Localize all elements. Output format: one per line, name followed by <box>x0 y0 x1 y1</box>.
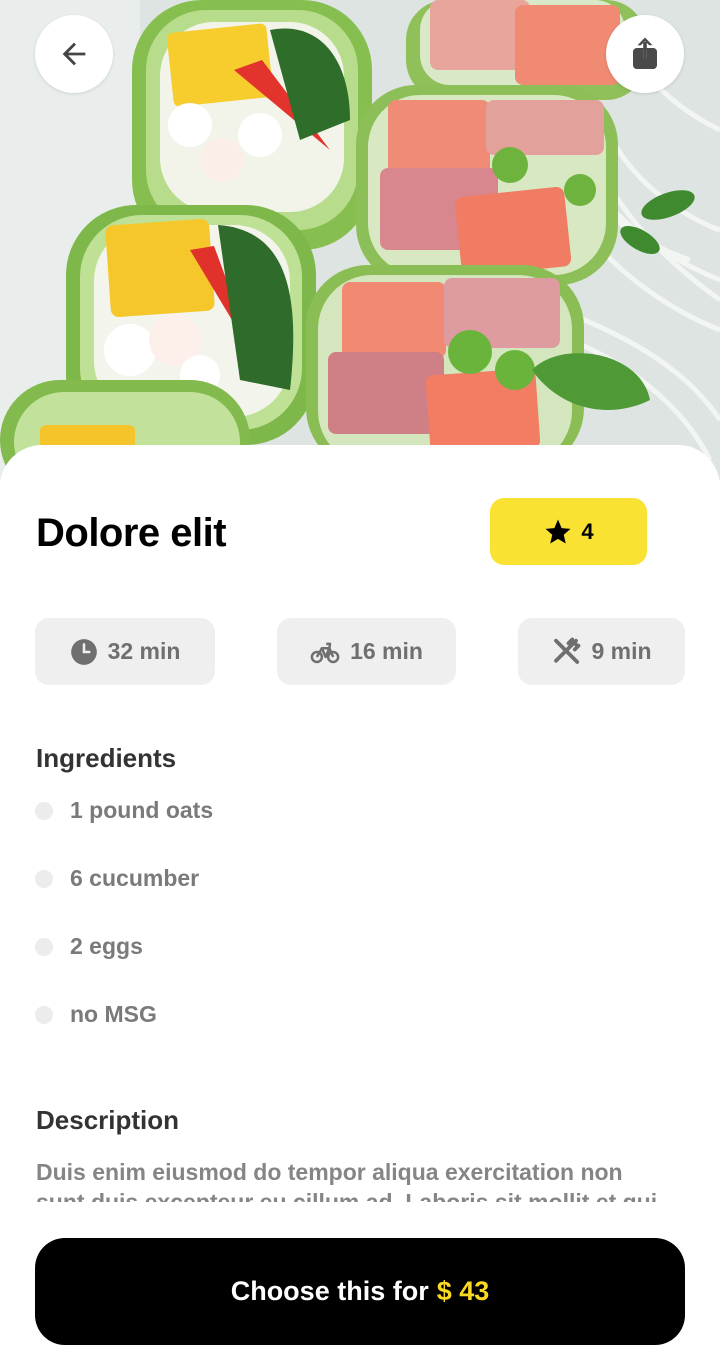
bullet-dot <box>35 870 53 888</box>
ingredient-item: 1 pound oats <box>35 790 213 858</box>
dish-title: Dolore elit <box>36 511 227 555</box>
prep-time-value: 32 min <box>107 638 181 664</box>
back-button[interactable] <box>35 15 113 93</box>
hero-image <box>0 0 720 480</box>
choose-dish-button[interactable]: Choose this for $ 43 <box>35 1238 685 1345</box>
ingredients-heading: Ingredients <box>36 743 177 773</box>
utensils-icon <box>554 637 581 664</box>
bullet-dot <box>35 802 53 820</box>
rating-value: 4 <box>581 518 594 544</box>
clock-icon <box>70 638 97 665</box>
bullet-dot <box>35 1006 53 1024</box>
cook-time-chip: 9 min <box>518 618 685 685</box>
delivery-time-value: 16 min <box>350 638 423 664</box>
star-icon <box>545 519 571 543</box>
share-icon <box>633 37 657 69</box>
ingredient-text: 6 cucumber <box>70 865 200 891</box>
ingredient-item: no MSG <box>35 994 213 1062</box>
ingredient-text: no MSG <box>70 1001 157 1027</box>
ingredient-text: 2 eggs <box>70 933 143 959</box>
cta-price: $ 43 <box>436 1276 490 1306</box>
description-text: Duis enim eiusmod do tempor aliqua exerc… <box>36 1159 658 1202</box>
prep-time-chip: 32 min <box>35 618 215 685</box>
cta-label: Choose this for <box>230 1276 429 1306</box>
recipe-details-sheet: Dolore elit 4 32 min 16 min 9 min Ingred… <box>0 445 720 1372</box>
ingredient-text: 1 pound oats <box>70 797 214 823</box>
ingredients-list: 1 pound oats 6 cucumber 2 eggs no MSG <box>35 790 213 1062</box>
description-heading: Description <box>36 1105 180 1135</box>
bullet-dot <box>35 938 53 956</box>
share-button[interactable] <box>606 15 684 93</box>
ingredient-item: 6 cucumber <box>35 858 213 926</box>
ingredient-item: 2 eggs <box>35 926 213 994</box>
rating-badge: 4 <box>490 498 647 565</box>
bicycle-icon <box>310 642 340 663</box>
delivery-time-chip: 16 min <box>277 618 456 685</box>
cook-time-value: 9 min <box>591 638 652 664</box>
arrow-left-icon <box>62 42 86 66</box>
